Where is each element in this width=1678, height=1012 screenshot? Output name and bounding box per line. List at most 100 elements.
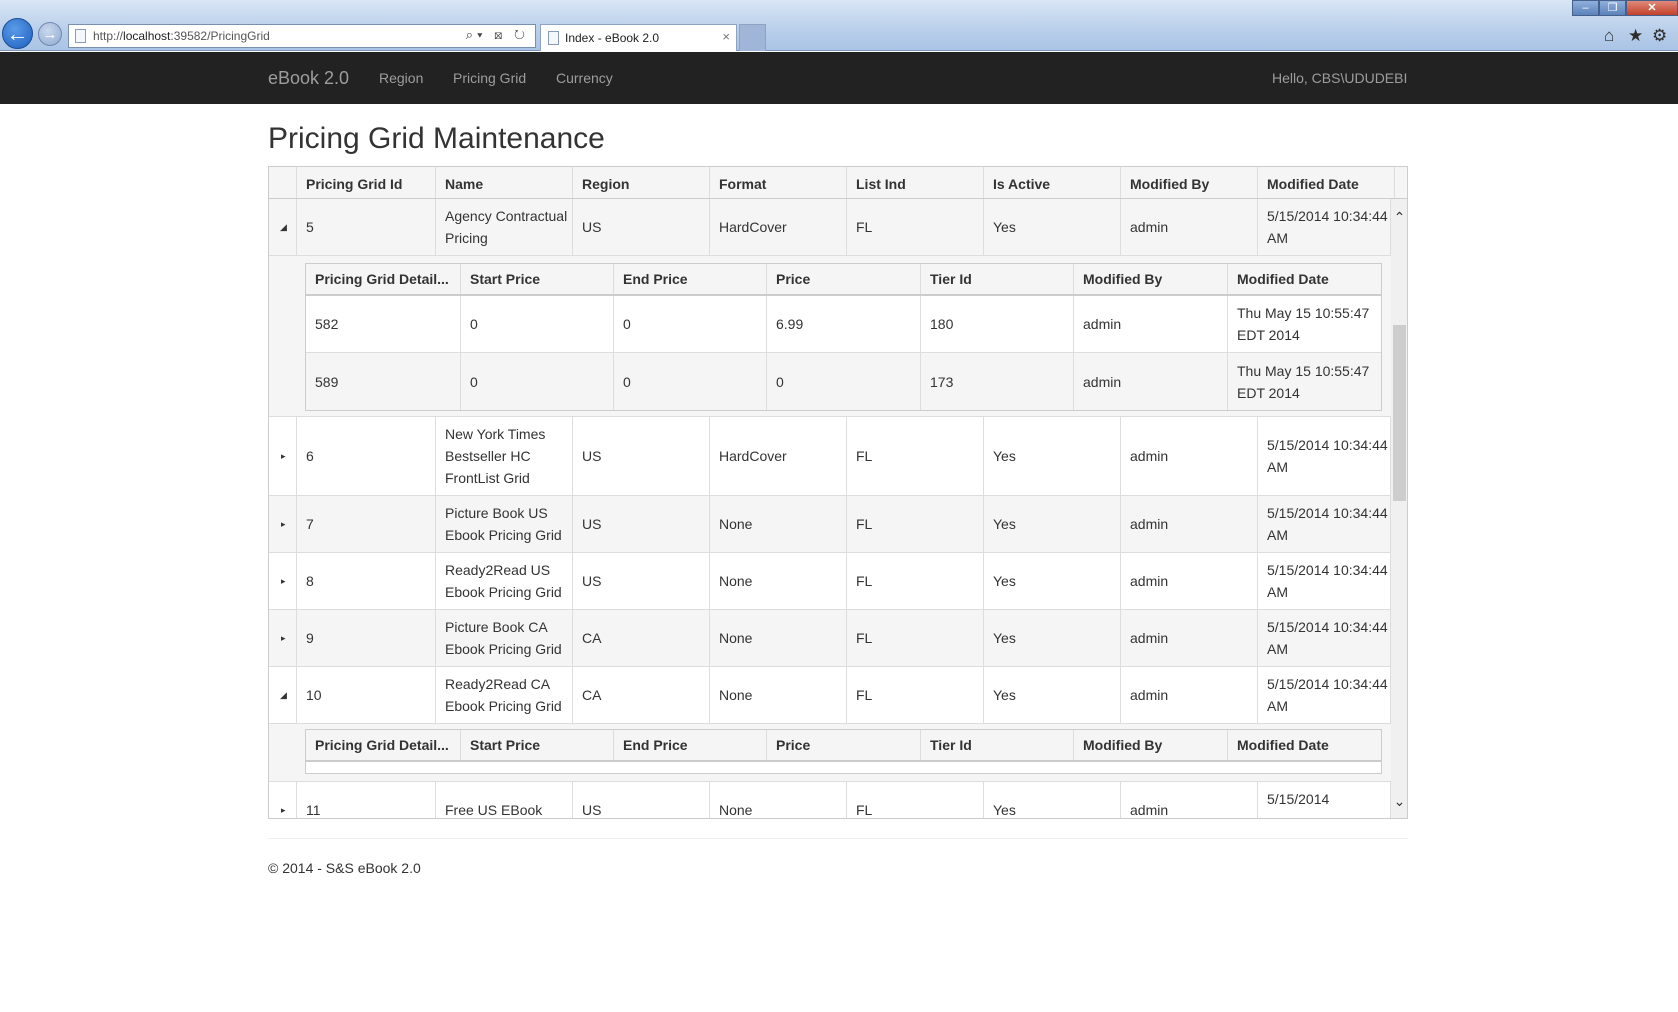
detail-header-id[interactable]: Pricing Grid Detail... <box>306 264 461 294</box>
table-row[interactable]: ◢ 10 Ready2Read CA Ebook Pricing Grid CA… <box>269 667 1391 724</box>
detail-cell-modified-by: admin <box>1074 296 1228 352</box>
address-tools-icons[interactable]: ⌕▾ ⊠ ↻ <box>466 27 529 43</box>
detail-header-end-price[interactable]: End Price <box>614 730 767 760</box>
detail-header-start-price[interactable]: Start Price <box>461 264 614 294</box>
back-button[interactable]: ← <box>2 18 33 49</box>
cell-list-ind: FL <box>847 496 984 552</box>
detail-cell-price: 0 <box>767 353 921 410</box>
cell-is-active: Yes <box>984 610 1121 666</box>
header-modified-by[interactable]: Modified By <box>1121 167 1258 198</box>
detail-header-price[interactable]: Price <box>767 730 921 760</box>
detail-cell-id: 589 <box>306 353 461 410</box>
collapse-row-icon[interactable]: ◢ <box>269 667 297 723</box>
header-pricing-grid-id[interactable]: Pricing Grid Id <box>297 167 436 198</box>
expand-row-icon[interactable]: ▸ <box>269 782 297 818</box>
cell-modified-by: admin <box>1121 417 1258 495</box>
header-is-active[interactable]: Is Active <box>984 167 1121 198</box>
detail-header-id[interactable]: Pricing Grid Detail... <box>306 730 461 760</box>
header-list-ind[interactable]: List Ind <box>847 167 984 198</box>
cell-name: Free US EBook <box>436 782 573 818</box>
maximize-button[interactable]: ❐ <box>1599 0 1626 16</box>
cell-is-active: Yes <box>984 417 1121 495</box>
expand-row-icon[interactable]: ▸ <box>269 496 297 552</box>
url-host: localhost <box>123 29 171 43</box>
detail-row: Pricing Grid Detail... Start Price End P… <box>269 724 1391 782</box>
detail-header-start-price[interactable]: Start Price <box>461 730 614 760</box>
expand-row-icon[interactable]: ▸ <box>269 553 297 609</box>
brand-link[interactable]: eBook 2.0 <box>268 68 349 89</box>
close-window-button[interactable]: ✕ <box>1626 0 1678 16</box>
cell-name: Ready2Read CA Ebook Pricing Grid <box>436 667 573 723</box>
favorites-star-icon[interactable]: ★ <box>1628 26 1643 46</box>
cell-modified-date: 5/15/2014 10:34:44 AM <box>1258 496 1391 552</box>
tab-close-icon[interactable]: × <box>722 29 730 44</box>
browser-chrome: ← → http://localhost:39582/PricingGrid ⌕… <box>0 0 1678 51</box>
cell-name: Picture Book US Ebook Pricing Grid <box>436 496 573 552</box>
detail-header-modified-date[interactable]: Modified Date <box>1228 730 1381 760</box>
cell-is-active: Yes <box>984 667 1121 723</box>
expand-row-icon[interactable]: ▸ <box>269 610 297 666</box>
header-expand-column <box>269 167 297 198</box>
scroll-thumb[interactable] <box>1393 325 1406 501</box>
page-icon <box>75 29 86 43</box>
table-row[interactable]: ▸ 7 Picture Book US Ebook Pricing Grid U… <box>269 496 1391 553</box>
detail-table-row[interactable]: 589 0 0 0 173 admin Thu May 15 10:55:47 … <box>306 353 1381 410</box>
user-greeting[interactable]: Hello, CBS\UDUDEBI <box>1272 70 1407 86</box>
scroll-down-icon[interactable]: ⌄ <box>1391 793 1407 810</box>
url-rest: :39582/PricingGrid <box>170 29 270 43</box>
cell-region: US <box>573 199 710 255</box>
cell-id: 10 <box>297 667 436 723</box>
cell-is-active: Yes <box>984 782 1121 818</box>
detail-header-price[interactable]: Price <box>767 264 921 294</box>
detail-header-modified-by[interactable]: Modified By <box>1074 730 1228 760</box>
cell-list-ind: FL <box>847 782 984 818</box>
cell-is-active: Yes <box>984 553 1121 609</box>
table-row[interactable]: ▸ 6 New York Times Bestseller HC FrontLi… <box>269 417 1391 496</box>
table-row[interactable]: ▸ 11 Free US EBook US None FL Yes admin … <box>269 782 1391 818</box>
detail-header-modified-date[interactable]: Modified Date <box>1228 264 1381 294</box>
cell-format: None <box>710 496 847 552</box>
cell-list-ind: FL <box>847 199 984 255</box>
app-navbar: eBook 2.0 Region Pricing Grid Currency H… <box>0 52 1678 104</box>
detail-cell-modified-date: Thu May 15 10:55:47 EDT 2014 <box>1237 305 1370 343</box>
detail-table-row[interactable]: 582 0 0 6.99 180 admin Thu May 15 10:55:… <box>306 296 1381 353</box>
new-tab-button[interactable] <box>739 24 766 51</box>
cell-id: 7 <box>297 496 436 552</box>
table-row[interactable]: ▸ 9 Picture Book CA Ebook Pricing Grid C… <box>269 610 1391 667</box>
gear-icon[interactable]: ⚙ <box>1652 26 1667 46</box>
expand-row-icon[interactable]: ▸ <box>269 417 297 495</box>
cell-id: 9 <box>297 610 436 666</box>
grid-body: ◢ 5 Agency Contractual Pricing US HardCo… <box>269 199 1391 818</box>
browser-tab[interactable]: Index - eBook 2.0 × <box>540 24 737 51</box>
detail-header-end-price[interactable]: End Price <box>614 264 767 294</box>
minimize-button[interactable]: – <box>1572 0 1599 16</box>
detail-cell-end-price: 0 <box>614 353 767 410</box>
header-modified-date[interactable]: Modified Date <box>1258 167 1395 198</box>
forward-arrow-icon: → <box>42 25 58 43</box>
detail-row: Pricing Grid Detail... Start Price End P… <box>269 256 1391 417</box>
cell-format: None <box>710 667 847 723</box>
nav-link-region[interactable]: Region <box>379 70 423 86</box>
nav-link-currency[interactable]: Currency <box>556 70 613 86</box>
detail-table: Pricing Grid Detail... Start Price End P… <box>305 263 1382 411</box>
home-icon[interactable]: ⌂ <box>1604 26 1614 46</box>
detail-header-modified-by[interactable]: Modified By <box>1074 264 1228 294</box>
collapse-row-icon[interactable]: ◢ <box>269 199 297 255</box>
header-format[interactable]: Format <box>710 167 847 198</box>
cell-modified-by: admin <box>1121 199 1258 255</box>
header-name[interactable]: Name <box>436 167 573 198</box>
cell-name: Ready2Read US Ebook Pricing Grid <box>436 553 573 609</box>
cell-region: US <box>573 553 710 609</box>
table-row[interactable]: ▸ 8 Ready2Read US Ebook Pricing Grid US … <box>269 553 1391 610</box>
tab-page-icon <box>548 31 559 45</box>
detail-header-tier-id[interactable]: Tier Id <box>921 264 1074 294</box>
detail-header-tier-id[interactable]: Tier Id <box>921 730 1074 760</box>
forward-button[interactable]: → <box>38 22 62 46</box>
scroll-up-icon[interactable]: ⌃ <box>1391 209 1407 226</box>
cell-modified-by: admin <box>1121 496 1258 552</box>
header-region[interactable]: Region <box>573 167 710 198</box>
grid-scrollbar[interactable]: ⌃ ⌄ <box>1391 199 1407 818</box>
nav-link-pricing-grid[interactable]: Pricing Grid <box>453 70 526 86</box>
address-bar[interactable]: http://localhost:39582/PricingGrid ⌕▾ ⊠ … <box>68 24 536 48</box>
table-row[interactable]: ◢ 5 Agency Contractual Pricing US HardCo… <box>269 199 1391 256</box>
